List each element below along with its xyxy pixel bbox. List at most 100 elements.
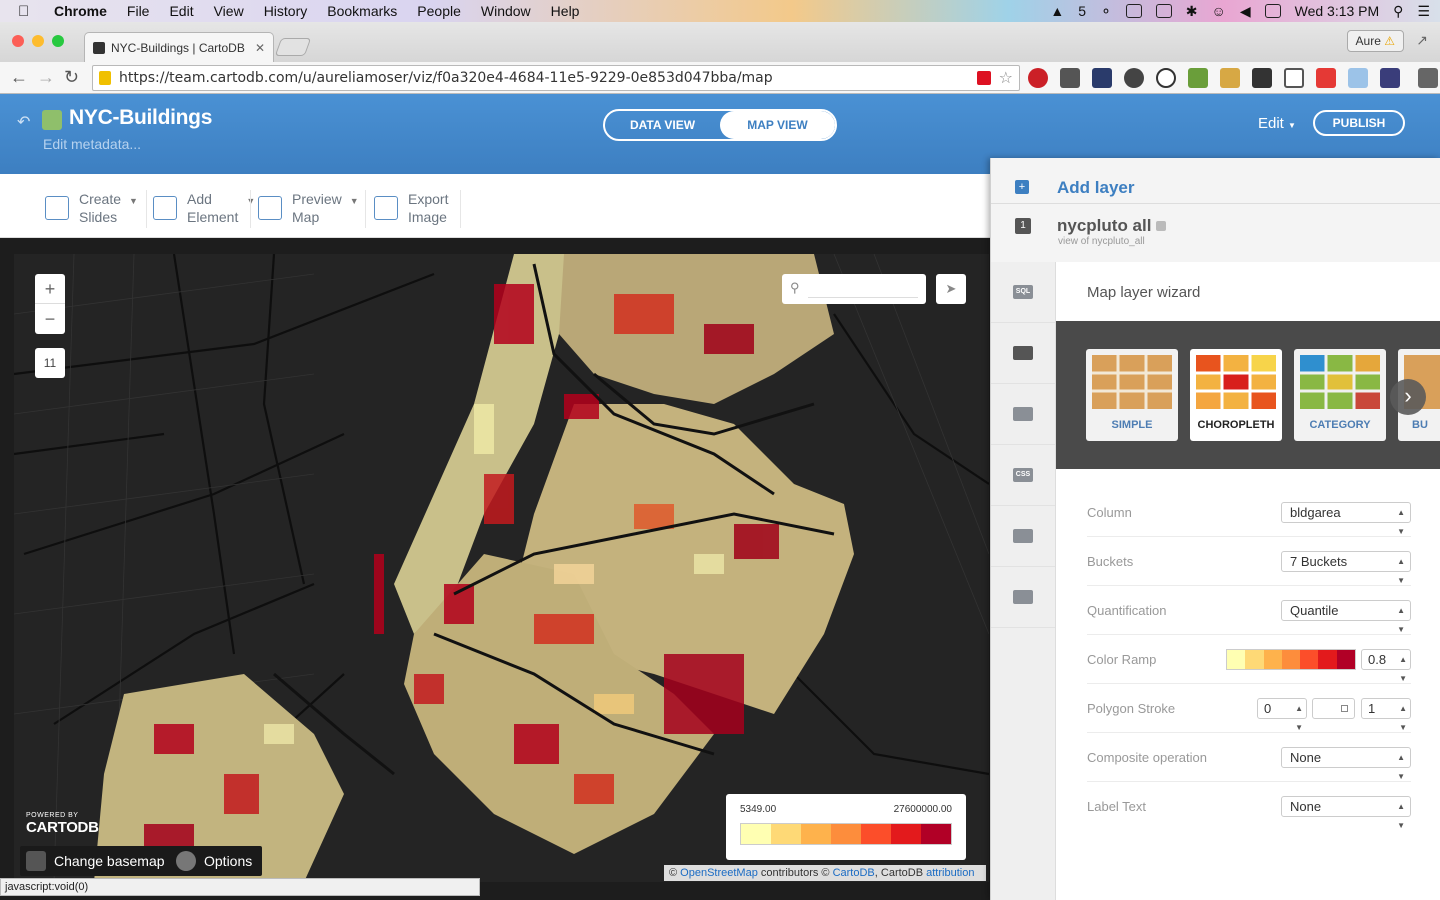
zoom-window-icon[interactable] xyxy=(52,35,64,47)
vis-choropleth-button[interactable]: CHOROPLETH xyxy=(1190,349,1282,441)
wifi-icon[interactable]: ☺ xyxy=(1212,3,1226,19)
vis-category-button[interactable]: CATEGORY xyxy=(1294,349,1386,441)
bell-icon[interactable]: ⚬ xyxy=(1100,3,1112,20)
cartodb-link[interactable]: CartoDB xyxy=(833,867,875,879)
adobe-icon[interactable]: ▲ xyxy=(1050,3,1064,19)
color-ramp-picker[interactable] xyxy=(1226,649,1356,670)
chrome-menu-icon[interactable] xyxy=(1418,68,1438,88)
bookmark-star-icon[interactable]: ☆ xyxy=(999,66,1013,90)
bookmark-ext-icon[interactable] xyxy=(1220,68,1240,88)
pocket-icon[interactable] xyxy=(1124,68,1144,88)
layer-header[interactable]: 1 nycpluto all view of nycpluto_all xyxy=(991,204,1440,262)
browser-tab[interactable]: NYC-Buildings | CartoDB ✕ xyxy=(84,32,274,62)
buckets-select[interactable]: 7 Buckets ▲ ▼ xyxy=(1281,551,1411,585)
browser-tabstrip: NYC-Buildings | CartoDB ✕ Aure ⚠ ↗ xyxy=(0,22,1440,62)
volume-icon[interactable]: ◀ xyxy=(1240,3,1251,20)
infowindow-tab[interactable] xyxy=(991,384,1055,445)
zoom-in-button[interactable]: + xyxy=(35,274,65,304)
back-icon[interactable]: ← xyxy=(10,67,28,88)
spotlight-icon[interactable]: ⚲ xyxy=(1393,3,1403,20)
osm-link[interactable]: OpenStreetMap xyxy=(680,867,758,879)
column-select[interactable]: bldgarea ▲ ▼ xyxy=(1281,502,1411,536)
share-location-icon[interactable]: ➤ xyxy=(936,274,966,304)
legend-tab[interactable] xyxy=(991,506,1055,567)
asterisk-ext-icon[interactable] xyxy=(1060,68,1080,88)
library-ext-icon[interactable] xyxy=(1380,68,1400,88)
menu-file[interactable]: File xyxy=(127,3,150,19)
back-to-dashboard-icon[interactable]: ↶ xyxy=(17,112,30,132)
timemachine-icon[interactable] xyxy=(1155,4,1172,18)
menu-view[interactable]: View xyxy=(214,3,244,19)
edit-menu[interactable]: Edit ▼ xyxy=(1258,115,1296,132)
attribution-link[interactable]: attribution xyxy=(926,867,974,879)
map-canvas[interactable]: + − 11 ⚲ ➤ POWERED BY CARTODB Change bas… xyxy=(14,254,989,882)
menu-window[interactable]: Window xyxy=(481,3,531,19)
composite-select[interactable]: None ▲ ▼ xyxy=(1281,747,1411,781)
forward-icon[interactable]: → xyxy=(37,67,55,88)
layer-options-icon[interactable] xyxy=(1156,221,1167,231)
css-tab[interactable]: CSS xyxy=(991,445,1055,506)
quantification-select[interactable]: Quantile ▲ ▼ xyxy=(1281,600,1411,634)
fullscreen-icon[interactable]: ↗ xyxy=(1416,32,1428,49)
menu-people[interactable]: People xyxy=(417,3,461,19)
data-view-tab[interactable]: DATA VIEW xyxy=(605,111,720,139)
map-view-tab[interactable]: MAP VIEW xyxy=(720,111,835,139)
preview-map-button[interactable]: Preview Map ▼ xyxy=(258,190,359,226)
notification-center-icon[interactable]: ☰ xyxy=(1417,3,1430,20)
page-title[interactable]: NYC-Buildings xyxy=(69,106,212,130)
apple-icon[interactable]:  xyxy=(18,3,36,20)
minimize-window-icon[interactable] xyxy=(32,35,44,47)
options-button[interactable]: Options xyxy=(170,846,263,876)
security-warning-icon[interactable] xyxy=(99,71,111,85)
edit-metadata-link[interactable]: Edit metadata... xyxy=(43,136,141,152)
reload-icon[interactable]: ↻ xyxy=(64,67,79,88)
search-input[interactable] xyxy=(808,280,918,298)
at-ext-icon[interactable] xyxy=(1156,68,1176,88)
lock-ext-icon[interactable] xyxy=(1092,68,1112,88)
profile-button[interactable]: Aure ⚠ xyxy=(1346,30,1404,52)
menu-history[interactable]: History xyxy=(264,3,308,19)
chevron-right-icon[interactable]: › xyxy=(1390,379,1426,415)
new-tab-button[interactable] xyxy=(274,38,312,56)
close-window-icon[interactable] xyxy=(12,35,24,47)
slides-icon xyxy=(45,196,69,220)
pinterest-icon[interactable] xyxy=(1028,68,1048,88)
wizard-tab[interactable] xyxy=(991,323,1055,384)
stroke-width-stepper[interactable]: 0 ▲ ▼ xyxy=(1257,698,1307,732)
extension-icon[interactable] xyxy=(977,71,991,85)
camera-ext-icon[interactable] xyxy=(1348,68,1368,88)
color-ramp-opacity[interactable]: 0.8 ▲ ▼ xyxy=(1361,649,1411,683)
add-layer-button[interactable]: + Add layer xyxy=(991,174,1440,204)
caret-down-icon[interactable]: ▼ xyxy=(129,196,138,206)
widgets-tab[interactable] xyxy=(991,567,1055,628)
close-ext-icon[interactable] xyxy=(1316,68,1336,88)
clock[interactable]: Wed 3:13 PM xyxy=(1295,3,1380,19)
dropbox-icon[interactable] xyxy=(1125,4,1142,18)
caret-down-icon[interactable]: ▼ xyxy=(350,196,359,206)
change-basemap-button[interactable]: Change basemap xyxy=(20,846,175,876)
menu-bookmarks[interactable]: Bookmarks xyxy=(327,3,397,19)
menu-edit[interactable]: Edit xyxy=(169,3,193,19)
vis-simple-button[interactable]: SIMPLE xyxy=(1086,349,1178,441)
sql-tab[interactable]: SQL xyxy=(991,262,1055,323)
label-text-select[interactable]: None ▲ ▼ xyxy=(1281,796,1411,830)
eyedropper-icon[interactable] xyxy=(1188,68,1208,88)
column-row: Column bldgarea ▲ ▼ xyxy=(1087,488,1411,537)
qr-ext-icon[interactable] xyxy=(1252,68,1272,88)
select-arrows-icon: ▲ ▼ xyxy=(1397,508,1405,536)
privacy-lock-icon[interactable] xyxy=(42,110,62,130)
create-slides-button[interactable]: Create Slides ▼ xyxy=(45,190,138,226)
close-tab-icon[interactable]: ✕ xyxy=(255,41,265,55)
zoom-out-button[interactable]: − xyxy=(35,304,65,334)
battery-icon[interactable] xyxy=(1264,4,1281,18)
menu-app-name[interactable]: Chrome xyxy=(54,3,107,19)
stroke-color-picker[interactable] xyxy=(1312,698,1355,719)
add-element-button[interactable]: AddElement ▼ xyxy=(153,190,255,226)
address-bar[interactable]: https://team.cartodb.com/u/aureliamoser/… xyxy=(92,65,1020,91)
bluetooth-icon[interactable]: ✱ xyxy=(1186,3,1198,20)
grid-ext-icon[interactable] xyxy=(1284,68,1304,88)
publish-button[interactable]: PUBLISH xyxy=(1313,110,1405,136)
export-image-button[interactable]: Export Image xyxy=(374,190,448,226)
stroke-opacity-stepper[interactable]: 1 ▲ ▼ xyxy=(1361,698,1411,732)
menu-help[interactable]: Help xyxy=(551,3,580,19)
